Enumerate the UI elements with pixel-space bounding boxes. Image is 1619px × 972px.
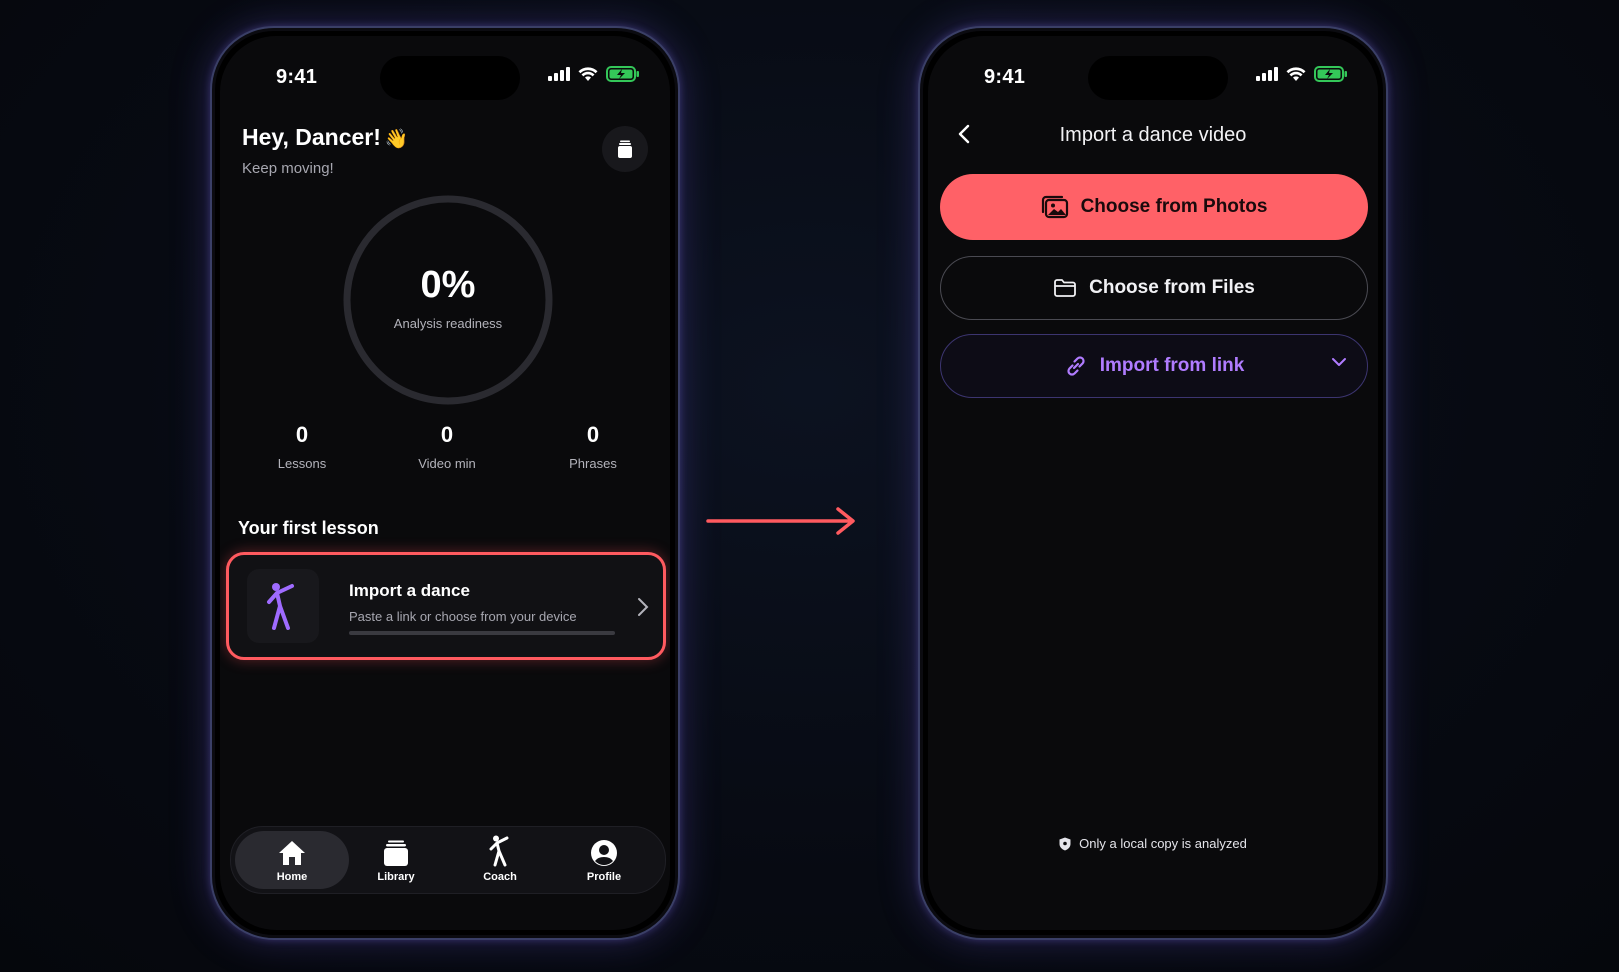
stats-row: 0 Lessons 0 Video min 0 Phrases [220,422,670,482]
signal-icon [548,67,570,81]
wifi-icon [578,66,598,81]
status-bar: 9:41 [220,36,670,100]
profile-icon [591,840,617,866]
dynamic-island [1088,56,1228,100]
greeting-subtitle: Keep moving! [242,160,334,177]
lesson-progress-bar [349,631,615,635]
link-icon [1067,356,1085,376]
status-time: 9:41 [276,66,318,88]
stat-label: Video min [418,456,476,471]
status-time: 9:41 [984,66,1026,88]
import-screen: 9:41 Import a dance video Choose from Ph… [928,36,1378,930]
phone-import-screen: 9:41 Import a dance video Choose from Ph… [918,26,1388,940]
tab-coach[interactable]: Coach [443,831,557,889]
lesson-subtitle: Paste a link or choose from your device [349,609,577,624]
dynamic-island [380,56,520,100]
import-from-link-button[interactable]: Import from link [940,334,1368,398]
home-screen: 9:41 Hey, Dancer! 👋 Keep moving! 0% Analy… [220,36,670,930]
tab-label: Coach [483,871,517,883]
tab-profile[interactable]: Profile [547,831,661,889]
phone-home-screen: 9:41 Hey, Dancer! 👋 Keep moving! 0% Analy… [210,26,680,940]
greeting-text: Hey, Dancer! [242,124,381,150]
page-title: Import a dance video [1059,124,1247,146]
stat-video-min: 0 Video min [387,422,507,471]
stat-label: Phrases [569,456,617,471]
stat-phrases: 0 Phrases [533,422,653,471]
privacy-note: Only a local copy is analyzed [928,836,1378,851]
library-shortcut-button[interactable] [602,126,648,172]
folder-icon [1054,279,1077,297]
shield-icon [1059,837,1071,850]
choose-from-photos-button[interactable]: Choose from Photos [940,174,1368,240]
chevron-down-icon [1332,358,1346,366]
stat-value: 0 [295,422,309,447]
stat-value: 0 [586,422,600,447]
dancer-icon [489,835,509,867]
section-title: Your first lesson [238,518,379,538]
signal-icon [1256,67,1278,81]
battery-charging-icon [1314,66,1347,82]
home-icon [279,841,305,865]
stat-lessons: 0 Lessons [242,422,362,471]
battery-charging-icon [606,66,639,82]
import-dance-card[interactable]: Import a dance Paste a link or choose fr… [226,552,666,660]
stack-icon [618,140,632,158]
status-icons [1256,66,1348,82]
dancer-icon [247,569,319,643]
stat-value: 0 [440,422,454,447]
readiness-label: Analysis readiness [393,316,503,331]
photos-icon [1041,195,1068,219]
choose-from-files-label: Choose from Files [1089,277,1255,298]
waving-hand-icon: 👋 [384,129,409,150]
status-icons [548,66,640,82]
tab-label: Home [276,871,308,883]
choose-from-photos-label: Choose from Photos [1080,196,1268,217]
wifi-icon [1286,66,1306,81]
greeting: Hey, Dancer! 👋 [242,124,409,151]
import-from-link-label: Import from link [1099,355,1245,376]
tab-label: Library [377,871,415,883]
readiness-ring: 0% Analysis readiness [340,192,556,408]
tab-home[interactable]: Home [235,831,349,889]
status-bar: 9:41 [928,36,1378,100]
chevron-right-icon [638,598,649,616]
tab-label: Profile [586,871,622,883]
library-icon [384,840,408,866]
readiness-value: 0% [420,264,476,306]
privacy-note-text: Only a local copy is analyzed [1079,836,1247,851]
tab-library[interactable]: Library [339,831,453,889]
lesson-title: Import a dance [349,581,470,600]
tab-bar: Home Library Coach Profile [230,826,666,894]
stat-label: Lessons [277,456,327,471]
flow-arrow-icon [706,507,855,535]
choose-from-files-button[interactable]: Choose from Files [940,256,1368,320]
